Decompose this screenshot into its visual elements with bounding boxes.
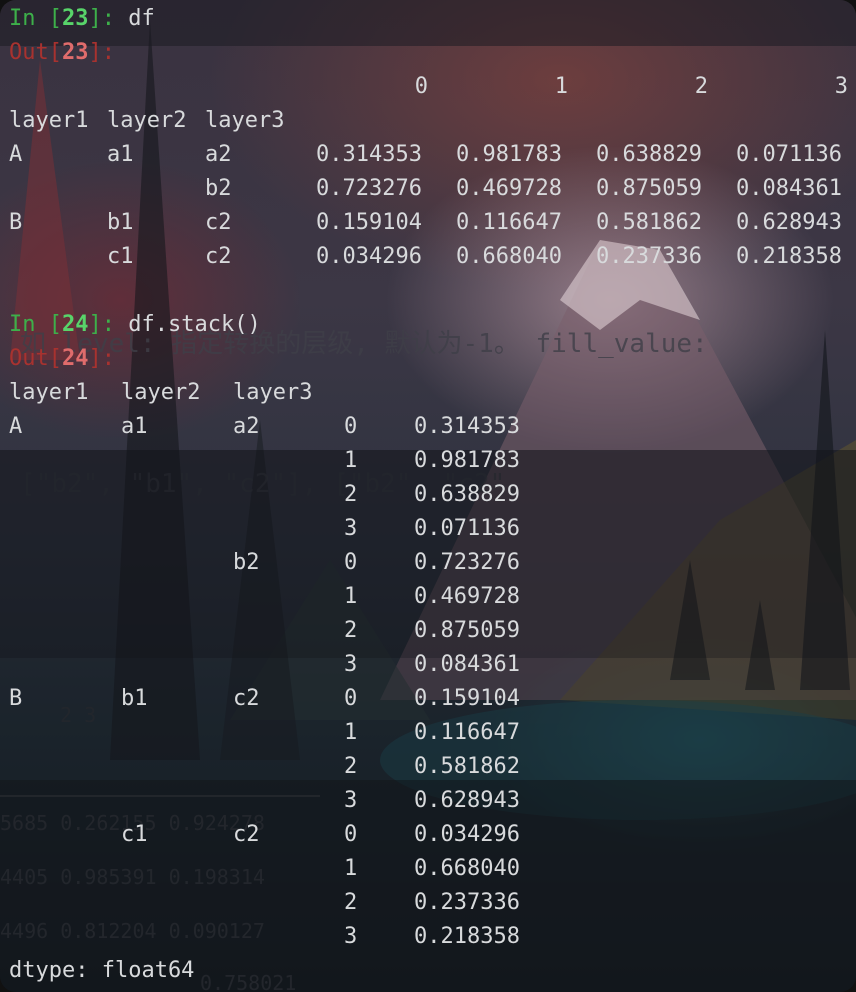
index-level4: 0 <box>344 686 358 711</box>
table-cell: 0.116647 <box>456 210 562 235</box>
out-prompt-prefix: Out[ <box>9 40 62 65</box>
out-prompt-number: 24 <box>61 346 89 371</box>
index-level4: 0 <box>344 550 358 575</box>
in-prompt-suffix: ]: <box>88 312 129 337</box>
series-value: 0.638829 <box>414 482 520 507</box>
input-prompt-23: In [23]: df <box>9 2 155 36</box>
index-level3: c2 <box>205 244 232 269</box>
index-level4: 1 <box>344 584 358 609</box>
index-level3: c2 <box>233 686 260 711</box>
series-value: 0.668040 <box>414 856 520 881</box>
index-name: layer1 <box>9 108 89 133</box>
index-name: layer1 <box>9 380 89 405</box>
series-value: 0.314353 <box>414 414 520 439</box>
series-value: 0.116647 <box>414 720 520 745</box>
index-level4: 0 <box>344 414 358 439</box>
series-value: 0.981783 <box>414 448 520 473</box>
index-level2: a1 <box>121 414 148 439</box>
table-cell: 0.981783 <box>456 142 562 167</box>
index-level4: 1 <box>344 448 358 473</box>
dtype-label: dtype: float64 <box>9 958 195 983</box>
in-prompt-number: 23 <box>61 6 89 31</box>
column-header: 0 <box>414 74 428 99</box>
out-prompt-prefix: Out[ <box>9 346 62 371</box>
series-value: 0.723276 <box>414 550 520 575</box>
index-level3: c2 <box>205 210 232 235</box>
index-level3: a2 <box>205 142 232 167</box>
index-level1: B <box>9 210 23 235</box>
in-prompt-suffix: ]: <box>88 6 129 31</box>
table-cell: 0.875059 <box>596 176 702 201</box>
series-value: 0.237336 <box>414 890 520 915</box>
index-level3: b2 <box>233 550 260 575</box>
index-name: layer2 <box>121 380 201 405</box>
table-cell: 0.581862 <box>596 210 702 235</box>
terminal-window: 如 level: 指定转换的层级, 默认为-1。 fill_value: ["b… <box>0 0 856 992</box>
series-value: 0.034296 <box>414 822 520 847</box>
series-value: 0.084361 <box>414 652 520 677</box>
series-value: 0.469728 <box>414 584 520 609</box>
index-level4: 2 <box>344 754 358 779</box>
series-value: 0.218358 <box>414 924 520 949</box>
input-code[interactable]: df <box>128 6 155 31</box>
index-level3: b2 <box>205 176 232 201</box>
table-cell: 0.628943 <box>736 210 842 235</box>
index-level2: b1 <box>107 210 134 235</box>
index-level4: 1 <box>344 720 358 745</box>
index-level2: a1 <box>107 142 134 167</box>
index-level4: 1 <box>344 856 358 881</box>
out-prompt-number: 23 <box>61 40 89 65</box>
index-name: layer3 <box>205 108 285 133</box>
output-prompt-23: Out[23]: <box>9 36 115 70</box>
table-cell: 0.084361 <box>736 176 842 201</box>
in-prompt-prefix: In [ <box>9 6 62 31</box>
input-code[interactable]: df.stack() <box>128 312 260 337</box>
series-value: 0.581862 <box>414 754 520 779</box>
column-header: 3 <box>834 74 848 99</box>
index-level1: A <box>9 414 23 439</box>
series-value: 0.628943 <box>414 788 520 813</box>
index-level3: a2 <box>233 414 260 439</box>
table-cell: 0.034296 <box>316 244 422 269</box>
table-cell: 0.159104 <box>316 210 422 235</box>
index-level3: c2 <box>233 822 260 847</box>
index-level4: 0 <box>344 822 358 847</box>
table-cell: 0.071136 <box>736 142 842 167</box>
index-level4: 2 <box>344 618 358 643</box>
table-cell: 0.469728 <box>456 176 562 201</box>
index-level4: 3 <box>344 652 358 677</box>
series-value: 0.159104 <box>414 686 520 711</box>
in-prompt-number: 24 <box>61 312 89 337</box>
series-value: 0.071136 <box>414 516 520 541</box>
index-name: layer2 <box>107 108 187 133</box>
index-level4: 3 <box>344 516 358 541</box>
in-prompt-prefix: In [ <box>9 312 62 337</box>
index-level2: c1 <box>107 244 134 269</box>
series-value: 0.875059 <box>414 618 520 643</box>
output-prompt-24: Out[24]: <box>9 342 115 376</box>
index-name: layer3 <box>233 380 313 405</box>
column-header: 2 <box>694 74 708 99</box>
index-level2: b1 <box>121 686 148 711</box>
index-level4: 3 <box>344 924 358 949</box>
column-header: 1 <box>554 74 568 99</box>
table-cell: 0.723276 <box>316 176 422 201</box>
index-level2: c1 <box>121 822 148 847</box>
index-level4: 2 <box>344 890 358 915</box>
index-level1: A <box>9 142 23 167</box>
index-level1: B <box>9 686 23 711</box>
table-cell: 0.237336 <box>596 244 702 269</box>
table-cell: 0.314353 <box>316 142 422 167</box>
input-prompt-24: In [24]: df.stack() <box>9 308 261 342</box>
out-prompt-suffix: ]: <box>88 40 115 65</box>
table-cell: 0.638829 <box>596 142 702 167</box>
table-cell: 0.668040 <box>456 244 562 269</box>
out-prompt-suffix: ]: <box>88 346 115 371</box>
index-level4: 2 <box>344 482 358 507</box>
table-cell: 0.218358 <box>736 244 842 269</box>
index-level4: 3 <box>344 788 358 813</box>
